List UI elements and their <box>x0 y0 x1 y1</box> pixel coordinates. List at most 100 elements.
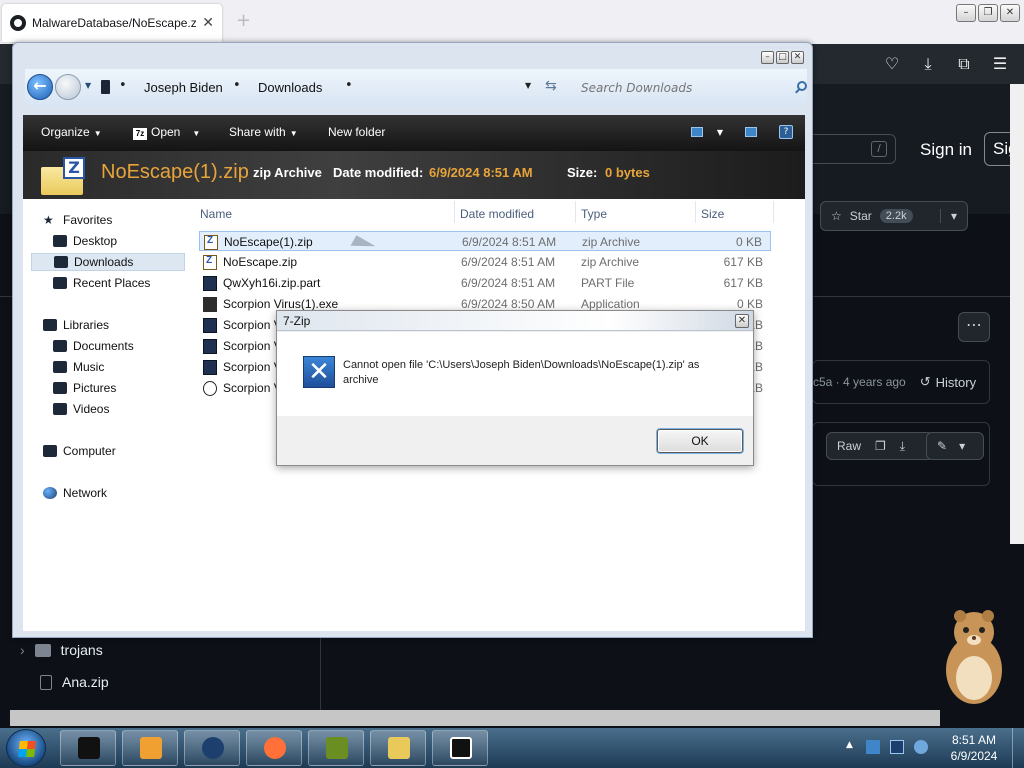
minimize-button[interactable]: – <box>761 51 774 64</box>
github-search-input[interactable]: / <box>804 134 896 164</box>
nav-item-downloads[interactable]: Downloads <box>31 253 185 271</box>
more-options-button[interactable]: ⋯ <box>958 312 990 342</box>
show-desktop-button[interactable] <box>1012 728 1024 768</box>
forward-button[interactable] <box>55 74 81 100</box>
copy-icon[interactable]: ❐ <box>875 439 886 453</box>
skull-icon <box>203 381 217 396</box>
recent-pages-dropdown[interactable]: ▼ <box>85 81 91 90</box>
back-button[interactable]: ← <box>27 74 53 100</box>
raw-button[interactable]: Raw ❐ ⤓ <box>826 432 934 460</box>
nav-item-desktop[interactable]: Desktop <box>31 232 185 250</box>
search-input[interactable] <box>577 76 809 100</box>
new-folder-button[interactable]: New folder <box>328 125 385 139</box>
taskbar-item-firefox[interactable] <box>246 730 302 766</box>
hamster-mascot[interactable] <box>936 604 1012 708</box>
close-button[interactable]: ✕ <box>791 51 804 64</box>
clock-time: 8:51 AM <box>951 733 997 747</box>
file-type: Application <box>581 297 640 311</box>
nav-item-computer[interactable]: Computer <box>31 442 185 460</box>
taskbar-item-browser[interactable] <box>184 730 240 766</box>
close-button[interactable]: ✕ <box>1000 4 1020 22</box>
column-separator[interactable] <box>773 201 774 223</box>
column-header-name[interactable]: Name <box>200 207 232 221</box>
nav-item-videos[interactable]: Videos <box>31 400 185 418</box>
chevron-down-icon[interactable]: ▾ <box>939 209 957 223</box>
address-dropdown[interactable]: ▼ <box>525 81 531 90</box>
nav-item-recent-places[interactable]: Recent Places <box>31 274 185 292</box>
help-icon[interactable]: ? <box>779 125 793 139</box>
maximize-button[interactable]: ❐ <box>978 4 998 22</box>
browser-tab[interactable]: MalwareDatabase/NoEscape.zip ✕ <box>2 4 222 42</box>
chevron-down-icon[interactable]: ▼ <box>717 128 723 137</box>
system-clock[interactable]: 8:51 AM 6/9/2024 <box>944 732 1004 764</box>
page-scrollbar[interactable] <box>1010 84 1024 544</box>
breadcrumb-joseph-biden[interactable]: Joseph Biden <box>144 80 223 95</box>
open-button[interactable]: 7z Open ▼ <box>133 125 200 140</box>
breadcrumb-separator[interactable]: • <box>119 78 127 93</box>
taskbar-item-folder[interactable] <box>370 730 426 766</box>
volume-icon[interactable] <box>914 740 928 754</box>
tree-item-trojans[interactable]: › trojans <box>20 642 103 658</box>
tray-app-icon[interactable] <box>866 740 880 754</box>
history-button[interactable]: ↺ History <box>920 374 976 390</box>
nav-label: Documents <box>73 339 134 353</box>
minimize-button[interactable]: – <box>956 4 976 22</box>
edit-button[interactable]: ✎ ▾ <box>926 432 984 460</box>
tab-close-button[interactable]: ✕ <box>202 15 214 31</box>
maximize-button[interactable]: □ <box>776 51 789 64</box>
new-tab-button[interactable]: + <box>236 10 251 31</box>
tree-item-ana-zip[interactable]: Ana.zip <box>40 674 109 690</box>
sign-in-link[interactable]: Sign in <box>920 140 972 160</box>
file-row[interactable]: NoEscape(1).zip 6/9/2024 8:51 AM zip Arc… <box>199 231 771 251</box>
share-with-button[interactable]: Share with ▼ <box>229 125 298 139</box>
download-icon[interactable]: ⤓ <box>918 54 938 74</box>
dialog-close-button[interactable]: ✕ <box>735 314 749 328</box>
folder-icon <box>34 643 51 657</box>
7zip-icon: 7z <box>133 128 147 140</box>
column-separator[interactable] <box>575 201 576 223</box>
pocket-icon[interactable]: ♡ <box>882 54 902 74</box>
dialog-body: ✕ Cannot open file 'C:\Users\Joseph Bide… <box>277 332 753 416</box>
chevron-down-icon[interactable]: ▾ <box>959 439 965 453</box>
preview-pane-icon[interactable] <box>745 127 757 137</box>
column-header-date[interactable]: Date modified <box>460 207 534 221</box>
ok-button[interactable]: OK <box>657 429 743 453</box>
file-row[interactable]: NoEscape.zip 6/9/2024 8:51 AM zip Archiv… <box>199 252 771 272</box>
file-name: Scorpion V <box>223 360 282 374</box>
taskbar-item-7zip[interactable] <box>432 730 488 766</box>
extensions-icon[interactable]: ⧉ <box>954 54 974 74</box>
organize-button[interactable]: Organize ▼ <box>41 125 102 139</box>
breadcrumb-downloads[interactable]: Downloads <box>258 80 322 95</box>
start-button[interactable] <box>6 729 46 767</box>
nav-item-favorites[interactable]: ★ Favorites <box>31 211 185 229</box>
download-icon[interactable]: ⤓ <box>900 439 905 454</box>
horizontal-scrollbar[interactable] <box>10 710 940 726</box>
nav-item-documents[interactable]: Documents <box>31 337 185 355</box>
breadcrumb-separator[interactable]: • <box>233 78 241 93</box>
menu-icon[interactable]: ☰ <box>990 54 1010 74</box>
nav-item-libraries[interactable]: Libraries <box>31 316 185 334</box>
chevron-down-icon: ▼ <box>289 129 298 138</box>
column-separator[interactable] <box>454 201 455 223</box>
column-separator[interactable] <box>695 201 696 223</box>
taskbar-item-explorer[interactable] <box>60 730 116 766</box>
column-header-size[interactable]: Size <box>701 207 724 221</box>
file-row[interactable]: QwXyh16i.zip.part 6/9/2024 8:51 AM PART … <box>199 273 771 293</box>
file-icon <box>203 318 217 333</box>
network-tray-icon[interactable] <box>890 740 904 754</box>
star-button[interactable]: ☆ Star 2.2k ▾ <box>820 201 968 231</box>
nav-item-music[interactable]: Music <box>31 358 185 376</box>
search-icon[interactable] <box>797 81 807 91</box>
search-box[interactable] <box>577 76 809 100</box>
column-header-type[interactable]: Type <box>581 207 607 221</box>
tray-expand-icon[interactable]: ▲ <box>846 740 856 754</box>
breadcrumb-separator[interactable]: • <box>345 78 353 93</box>
refresh-icon[interactable]: ⇆ <box>545 78 557 94</box>
clock-date: 6/9/2024 <box>950 749 998 763</box>
taskbar-item-media-player[interactable] <box>122 730 178 766</box>
taskbar-item-bonzi[interactable] <box>308 730 364 766</box>
divider <box>320 636 321 712</box>
nav-item-network[interactable]: Network <box>31 484 185 502</box>
view-icon[interactable] <box>690 127 703 137</box>
nav-item-pictures[interactable]: Pictures <box>31 379 185 397</box>
